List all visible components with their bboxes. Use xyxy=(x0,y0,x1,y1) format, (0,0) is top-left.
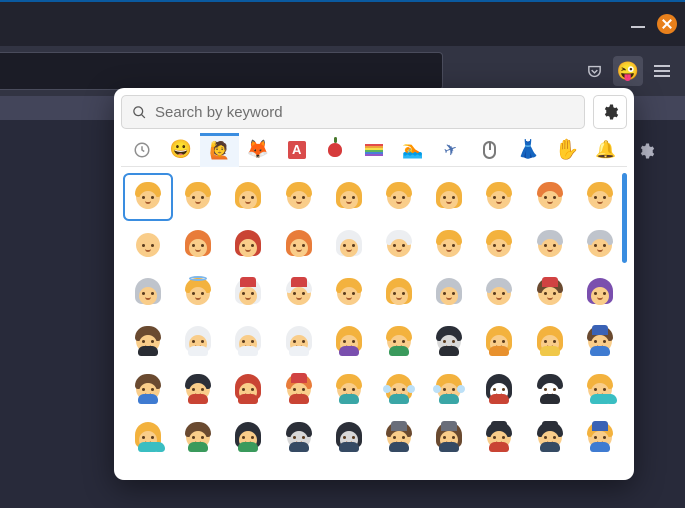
emoji-worker[interactable] xyxy=(525,269,575,317)
emoji-mage[interactable] xyxy=(274,365,324,413)
emoji-boy[interactable] xyxy=(274,173,324,221)
emoji-man-white[interactable] xyxy=(374,221,424,269)
emoji-man-blond-2[interactable] xyxy=(474,173,524,221)
picker-settings-button[interactable] xyxy=(593,95,627,129)
emoji-ninja[interactable] xyxy=(424,317,474,365)
emoji-person-white[interactable] xyxy=(274,317,324,365)
emoji-elf-f[interactable] xyxy=(223,413,273,461)
emoji-superhero[interactable] xyxy=(123,365,173,413)
emoji-picker-panel: Search by keyword 😀🙋🦊A 🏊✈ 👗✋🔔 xyxy=(114,88,634,480)
emoji-police[interactable] xyxy=(575,317,625,365)
emoji-detective-f[interactable] xyxy=(424,413,474,461)
emoji-bride[interactable] xyxy=(173,317,223,365)
emoji-man-bald[interactable] xyxy=(123,221,173,269)
emoji-woman-shrug[interactable] xyxy=(374,269,424,317)
emoji-angel[interactable] xyxy=(173,269,223,317)
emoji-man-grey[interactable] xyxy=(474,269,524,317)
emoji-father-baby[interactable] xyxy=(374,317,424,365)
emoji-woman-blond-short[interactable] xyxy=(424,221,474,269)
search-icon xyxy=(132,105,147,120)
pocket-button[interactable] xyxy=(579,56,609,86)
emoji-fairy[interactable] xyxy=(374,365,424,413)
emoji-guard-bl[interactable] xyxy=(525,413,575,461)
app-menu-button[interactable] xyxy=(647,56,677,86)
emoji-elf[interactable] xyxy=(173,413,223,461)
emoji-vampire-m[interactable] xyxy=(173,365,223,413)
emoji-category-tabs: 😀🙋🦊A 🏊✈ 👗✋🔔 xyxy=(121,133,627,167)
search-placeholder: Search by keyword xyxy=(155,104,283,121)
emoji-woman-red-2[interactable] xyxy=(223,221,273,269)
window-minimize-button[interactable] xyxy=(629,15,647,33)
category-tab-recent[interactable] xyxy=(123,133,162,167)
emoji-girl[interactable] xyxy=(223,173,273,221)
emoji-woman-blond-2[interactable] xyxy=(424,173,474,221)
emoji-fairy-2[interactable] xyxy=(424,365,474,413)
category-tab-smileys[interactable]: 😀 xyxy=(162,133,201,167)
emoji-woman-headscarf[interactable] xyxy=(575,269,625,317)
category-tab-people[interactable]: 🙋 xyxy=(200,133,239,167)
emoji-woman-orange[interactable] xyxy=(274,221,324,269)
emoji-search-input[interactable]: Search by keyword xyxy=(121,95,585,129)
emoji-extension-icon: 😜 xyxy=(617,62,639,80)
pocket-icon xyxy=(586,63,603,80)
hamburger-icon xyxy=(654,65,670,77)
category-tab-travel[interactable]: ✈ xyxy=(432,133,471,167)
emoji-vampire-bl[interactable] xyxy=(525,365,575,413)
emoji-vampire-f[interactable] xyxy=(223,365,273,413)
emoji-woman-kneel[interactable] xyxy=(474,317,524,365)
category-tab-misc[interactable]: 🔔 xyxy=(586,133,625,167)
emoji-mrs-claus[interactable] xyxy=(223,269,273,317)
category-tab-food[interactable] xyxy=(316,133,355,167)
emoji-detective-m[interactable] xyxy=(374,413,424,461)
emoji-mage-wand[interactable] xyxy=(324,365,374,413)
emoji-officer[interactable] xyxy=(575,413,625,461)
emoji-zombie[interactable] xyxy=(274,413,324,461)
category-tab-body[interactable]: ✋ xyxy=(548,133,587,167)
emoji-child[interactable] xyxy=(173,173,223,221)
emoji-man-tux[interactable] xyxy=(123,317,173,365)
category-tab-clothing[interactable]: 👗 xyxy=(509,133,548,167)
category-tab-flags[interactable] xyxy=(355,133,394,167)
url-bar[interactable] xyxy=(0,52,443,90)
emoji-mermaid[interactable] xyxy=(123,413,173,461)
gear-icon xyxy=(637,142,655,160)
page-settings-button[interactable] xyxy=(637,142,655,165)
gear-icon xyxy=(601,103,619,121)
emoji-man-blond-short[interactable] xyxy=(474,221,524,269)
window-close-button[interactable] xyxy=(657,14,677,34)
category-tab-activity[interactable]: 🏊 xyxy=(393,133,432,167)
emoji-grid-wrap xyxy=(121,171,627,475)
emoji-woman-blond[interactable] xyxy=(324,173,374,221)
emoji-older-woman[interactable] xyxy=(123,269,173,317)
emoji-mother-feed[interactable] xyxy=(525,317,575,365)
emoji-woman-grey[interactable] xyxy=(424,269,474,317)
emoji-zombie-f[interactable] xyxy=(324,413,374,461)
emoji-bride-2[interactable] xyxy=(223,317,273,365)
category-tab-animals[interactable]: 🦊 xyxy=(239,133,278,167)
emoji-santa[interactable] xyxy=(274,269,324,317)
emoji-man-blond-3[interactable] xyxy=(575,173,625,221)
emoji-baby[interactable] xyxy=(123,173,173,221)
emoji-extension-button[interactable]: 😜 xyxy=(613,56,643,86)
emoji-person-grey[interactable] xyxy=(525,221,575,269)
emoji-merman[interactable] xyxy=(575,365,625,413)
window-titlebar xyxy=(0,0,685,46)
emoji-grid xyxy=(121,171,627,461)
emoji-woman-white[interactable] xyxy=(324,221,374,269)
emoji-guard-r[interactable] xyxy=(474,413,524,461)
category-tab-objects[interactable] xyxy=(470,133,509,167)
emoji-man-gesture[interactable] xyxy=(324,269,374,317)
emoji-man-blond[interactable] xyxy=(374,173,424,221)
emoji-older-man[interactable] xyxy=(575,221,625,269)
emoji-man-red[interactable] xyxy=(525,173,575,221)
emoji-vampire-w[interactable] xyxy=(474,365,524,413)
emoji-woman-red[interactable] xyxy=(173,221,223,269)
grid-scrollbar[interactable] xyxy=(622,173,627,263)
emoji-mother-baby[interactable] xyxy=(324,317,374,365)
category-tab-symbols[interactable]: A xyxy=(277,133,316,167)
